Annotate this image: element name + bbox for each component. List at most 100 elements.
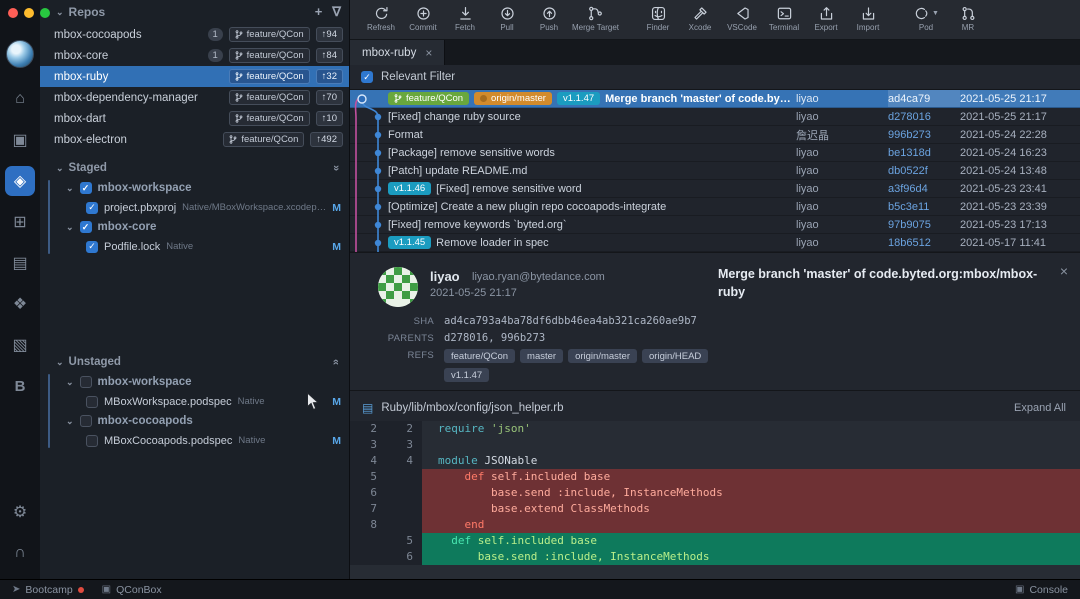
toolbar-commit-button[interactable]: Commit bbox=[402, 4, 444, 32]
chevron-down-icon[interactable]: ⌄ bbox=[56, 7, 64, 18]
chevron-down-icon[interactable]: ⌄ bbox=[66, 416, 74, 427]
rail-b-logo-icon[interactable]: B bbox=[5, 371, 35, 401]
toolbar-xcode-button[interactable]: Xcode bbox=[679, 4, 721, 32]
commit-row[interactable]: Format 詹迟晶 996b273 2021-05-24 22:28 bbox=[350, 126, 1080, 144]
rail-support-headset-icon[interactable]: ∩ bbox=[5, 538, 35, 568]
tree-group-mbox-workspace[interactable]: ⌄ ✓ mbox-workspace bbox=[40, 178, 349, 198]
branch-icon bbox=[235, 93, 243, 102]
file-name: MBoxCocoapods.podspec bbox=[104, 435, 232, 447]
file-row-podfile-lock[interactable]: ✓ Podfile.lock Native M bbox=[40, 237, 349, 256]
rail-repo-diff-icon[interactable]: ◈ bbox=[5, 166, 35, 196]
commit-row[interactable]: v1.1.45 Remove loader in spec liyao 18b6… bbox=[350, 234, 1080, 252]
add-repo-button[interactable]: + bbox=[315, 4, 323, 20]
box-icon: ▣ bbox=[102, 584, 111, 595]
commit-sha-link[interactable]: b5c3e11 bbox=[888, 198, 960, 215]
file-row-mboxcocoapods-podspec[interactable]: MBoxCocoapods.podspec Native M bbox=[40, 431, 349, 450]
commit-sha-link[interactable]: be1318d bbox=[888, 144, 960, 161]
import-icon bbox=[860, 5, 877, 22]
chevron-down-icon[interactable]: ⌄ bbox=[66, 183, 74, 194]
filter-repos-button[interactable]: ∇ bbox=[332, 4, 341, 20]
close-window-button[interactable] bbox=[8, 8, 18, 18]
collapse-all-icon[interactable]: » bbox=[330, 165, 342, 171]
rail-package-icon[interactable]: ▣ bbox=[5, 125, 35, 155]
rail-photos-icon[interactable]: ▧ bbox=[5, 330, 35, 360]
commit-row[interactable]: [Fixed] change ruby source liyao d278016… bbox=[350, 108, 1080, 126]
tab-mbox-ruby[interactable]: mbox-ruby × bbox=[350, 40, 445, 65]
toolbar-pod-button[interactable]: ▼ Pod bbox=[905, 4, 947, 32]
file-row-project-pbxproj[interactable]: ✓ project.pbxproj Native/MBoxWorkspace.x… bbox=[40, 198, 349, 217]
commit-row[interactable]: [Patch] update README.md liyao db0522f 2… bbox=[350, 162, 1080, 180]
console-toggle[interactable]: ▣ Console bbox=[1015, 584, 1068, 596]
file-checkbox[interactable]: ✓ bbox=[86, 241, 98, 253]
commit-sha-link[interactable]: d278016 bbox=[888, 108, 960, 125]
chevron-down-icon[interactable]: ▼ bbox=[932, 10, 939, 17]
unstaged-header[interactable]: ⌄ Unstaged » bbox=[40, 352, 349, 372]
group-checkbox[interactable] bbox=[80, 415, 92, 427]
minimize-window-button[interactable] bbox=[24, 8, 34, 18]
toolbar-refresh-button[interactable]: Refresh bbox=[360, 4, 402, 32]
bootcamp-status[interactable]: ➤ Bootcamp bbox=[12, 584, 84, 596]
repo-row-mbox-core[interactable]: mbox-core 1 feature/QCon ↑84 bbox=[40, 45, 349, 66]
diff-file-header[interactable]: ▤ Ruby/lib/mbox/config/json_helper.rb Ex… bbox=[350, 391, 1080, 421]
close-detail-icon[interactable]: × bbox=[1060, 263, 1068, 279]
toolbar-mr-button[interactable]: MR bbox=[947, 4, 989, 32]
toolbar-fetch-button[interactable]: Fetch bbox=[444, 4, 486, 32]
commit-sha-link[interactable]: ad4ca79 bbox=[888, 90, 960, 107]
rail-apps-grid-icon[interactable]: ⊞ bbox=[5, 207, 35, 237]
qconbox-status[interactable]: ▣ QConBox bbox=[102, 584, 162, 596]
close-tab-icon[interactable]: × bbox=[425, 46, 432, 60]
rail-media-list-icon[interactable]: ▤ bbox=[5, 248, 35, 278]
tree-group-mbox-workspace[interactable]: ⌄ mbox-workspace bbox=[40, 372, 349, 392]
repo-row-mbox-cocoapods[interactable]: mbox-cocoapods 1 feature/QCon ↑94 bbox=[40, 24, 349, 45]
tree-group-mbox-cocoapods[interactable]: ⌄ mbox-cocoapods bbox=[40, 411, 349, 431]
repo-row-mbox-dependency-manager[interactable]: mbox-dependency-manager feature/QCon ↑70 bbox=[40, 87, 349, 108]
toolbar-merge-target-button[interactable]: Merge Target bbox=[570, 4, 621, 32]
zoom-window-button[interactable] bbox=[40, 8, 50, 18]
commit-sha-link[interactable]: 996b273 bbox=[888, 126, 960, 143]
refresh-icon bbox=[373, 5, 390, 22]
commit-sha-link[interactable]: 97b9075 bbox=[888, 216, 960, 233]
expand-all-icon[interactable]: » bbox=[330, 359, 342, 365]
chevron-down-icon[interactable]: ⌄ bbox=[66, 377, 74, 388]
file-checkbox[interactable]: ✓ bbox=[86, 202, 98, 214]
toolbar-push-button[interactable]: Push bbox=[528, 4, 570, 32]
toolbar-vscode-button[interactable]: VSCode bbox=[721, 4, 763, 32]
repo-row-mbox-electron[interactable]: mbox-electron feature/QCon ↑492 bbox=[40, 129, 349, 150]
expand-all-button[interactable]: Expand All bbox=[1014, 402, 1066, 414]
file-checkbox[interactable] bbox=[86, 435, 98, 447]
branch-icon bbox=[229, 135, 237, 144]
repo-row-mbox-ruby[interactable]: mbox-ruby feature/QCon ↑32 bbox=[40, 66, 349, 87]
chevron-down-icon[interactable]: ⌄ bbox=[66, 222, 74, 233]
commit-author: 詹迟晶 bbox=[792, 127, 888, 143]
repo-row-mbox-dart[interactable]: mbox-dart feature/QCon ↑10 bbox=[40, 108, 349, 129]
commit-row[interactable]: [Optimize] Create a new plugin repo coco… bbox=[350, 198, 1080, 216]
rail-plugin-icon[interactable]: ❖ bbox=[5, 289, 35, 319]
toolbar-import-button[interactable]: Import bbox=[847, 4, 889, 32]
commit-row[interactable]: v1.1.46 [Fixed] remove sensitive word li… bbox=[350, 180, 1080, 198]
toolbar-pull-button[interactable]: Pull bbox=[486, 4, 528, 32]
commit-row[interactable]: [Fixed] remove keywords `byted.org` liya… bbox=[350, 216, 1080, 234]
file-checkbox[interactable] bbox=[86, 396, 98, 408]
code-text: end bbox=[422, 517, 1080, 533]
commit-sha-link[interactable]: db0522f bbox=[888, 162, 960, 179]
relevant-filter-label: Relevant Filter bbox=[381, 71, 455, 83]
group-checkbox[interactable]: ✓ bbox=[80, 182, 92, 194]
relevant-filter-checkbox[interactable]: ✓ bbox=[361, 71, 373, 83]
push-icon bbox=[541, 5, 558, 22]
rail-settings-gear-icon[interactable]: ⚙ bbox=[5, 497, 35, 527]
group-checkbox[interactable]: ✓ bbox=[80, 221, 92, 233]
file-row-mboxworkspace-podspec[interactable]: MBoxWorkspace.podspec Native M bbox=[40, 392, 349, 411]
toolbar-terminal-button[interactable]: Terminal bbox=[763, 4, 805, 32]
staged-header[interactable]: ⌄ Staged » bbox=[40, 158, 349, 178]
photos-icon: ▧ bbox=[12, 335, 27, 355]
commit-row[interactable]: feature/QConorigin/master v1.1.47 Merge … bbox=[350, 90, 1080, 108]
toolbar-finder-button[interactable]: Finder bbox=[637, 4, 679, 32]
tree-group-mbox-core[interactable]: ⌄ ✓ mbox-core bbox=[40, 217, 349, 237]
app-logo-avatar[interactable] bbox=[6, 40, 34, 68]
group-checkbox[interactable] bbox=[80, 376, 92, 388]
toolbar-export-button[interactable]: Export bbox=[805, 4, 847, 32]
rail-home-icon[interactable]: ⌂ bbox=[5, 84, 35, 114]
commit-sha-link[interactable]: a3f96d4 bbox=[888, 180, 960, 197]
commit-row[interactable]: [Package] remove sensitive words liyao b… bbox=[350, 144, 1080, 162]
commit-sha-link[interactable]: 18b6512 bbox=[888, 234, 960, 251]
